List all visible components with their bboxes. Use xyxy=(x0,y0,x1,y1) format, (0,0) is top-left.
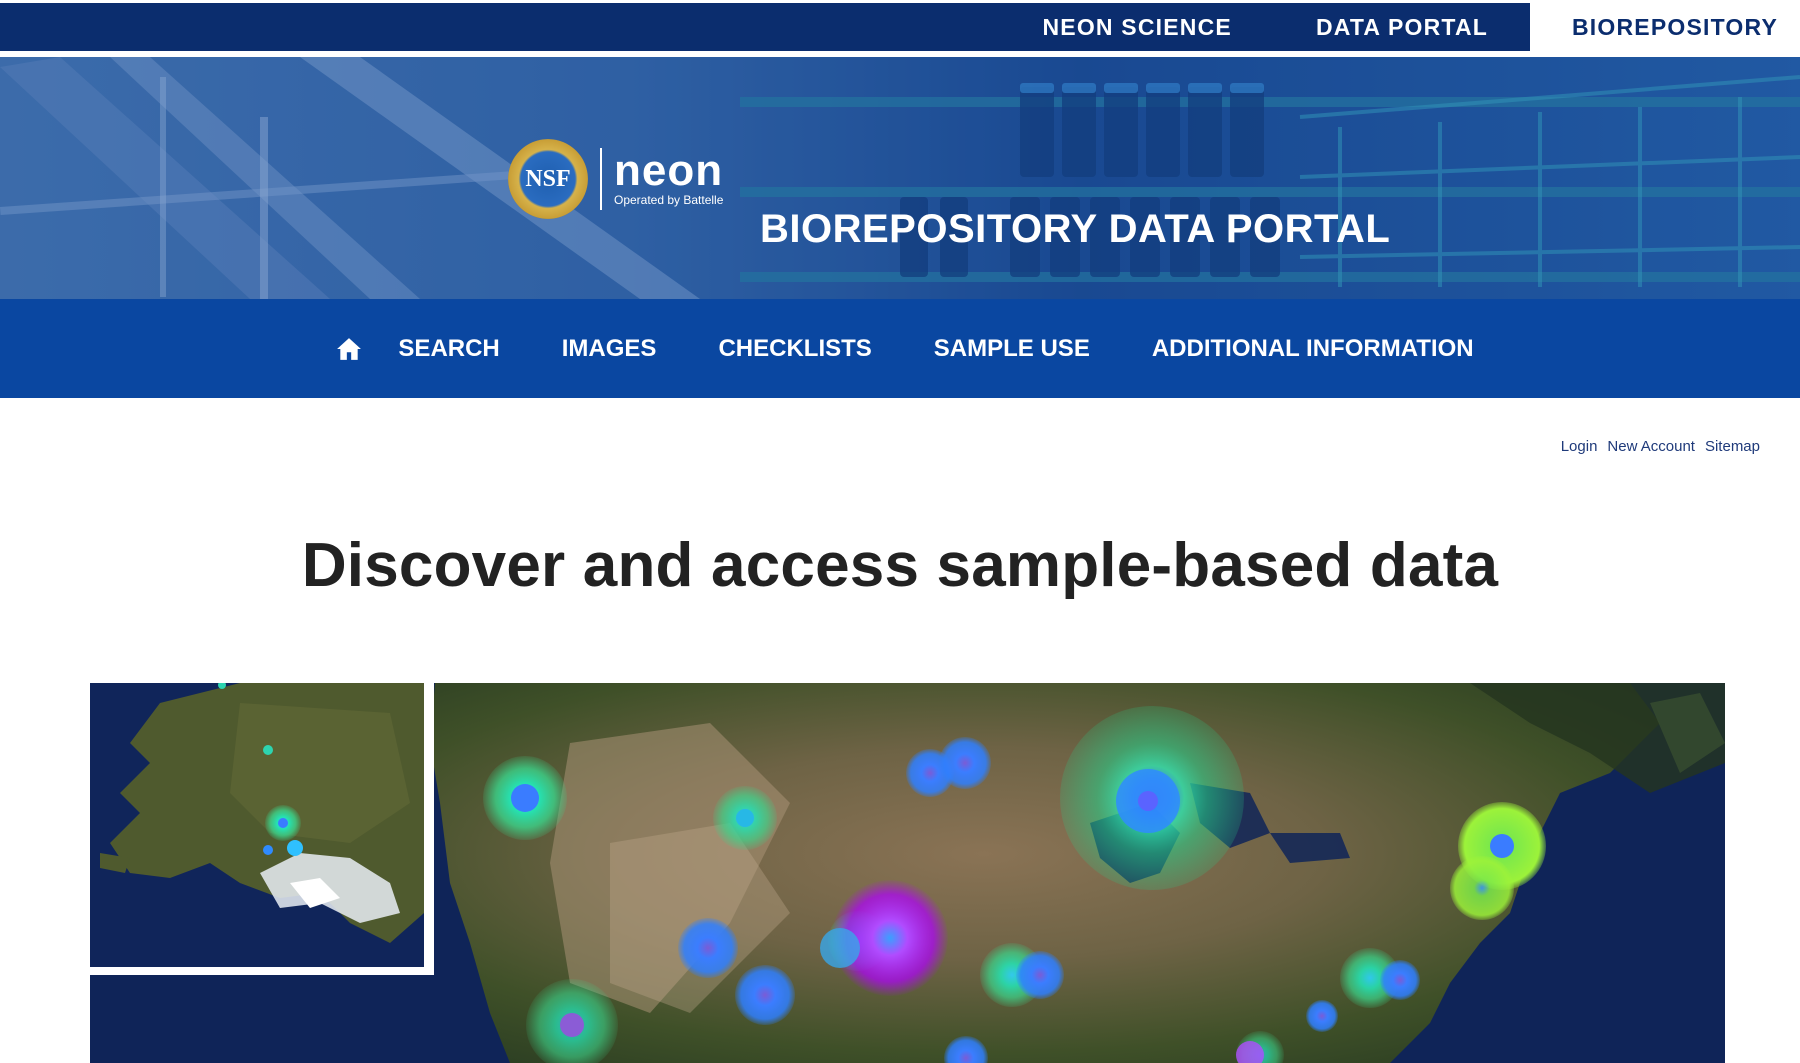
topbar-link-data-portal[interactable]: DATA PORTAL xyxy=(1274,3,1530,51)
page-headline: Discover and access sample-based data xyxy=(301,531,1499,600)
home-icon[interactable] xyxy=(336,336,362,362)
neon-logo-subtitle: Operated by Battelle xyxy=(614,193,724,207)
main-navigation: SEARCH IMAGES CHECKLISTS SAMPLE USE ADDI… xyxy=(0,299,1800,398)
new-account-link[interactable]: New Account xyxy=(1607,438,1695,455)
neon-logo-word: neon xyxy=(614,146,724,195)
top-site-nav: NEON SCIENCE DATA PORTAL BIOREPOSITORY xyxy=(1000,3,1800,51)
alaska-inset-map[interactable] xyxy=(90,683,434,975)
sitemap-link[interactable]: Sitemap xyxy=(1705,438,1760,455)
logo-divider xyxy=(600,148,602,210)
sample-sites-map[interactable] xyxy=(90,683,1725,1063)
nav-item-search[interactable]: SEARCH xyxy=(398,335,499,363)
corner-fade xyxy=(1710,1003,1800,1063)
nav-item-sample-use[interactable]: SAMPLE USE xyxy=(934,335,1090,363)
banner-logo[interactable]: NSF neon Operated by Battelle xyxy=(508,139,723,219)
login-link[interactable]: Login xyxy=(1561,438,1598,455)
nsf-seal-logo: NSF xyxy=(508,139,588,219)
topbar-link-neon-science[interactable]: NEON SCIENCE xyxy=(1000,3,1273,51)
top-utility-bar: NEON SCIENCE DATA PORTAL BIOREPOSITORY xyxy=(0,3,1800,51)
nav-item-images[interactable]: IMAGES xyxy=(562,335,657,363)
alaska-satellite-image xyxy=(90,683,424,967)
account-links: Login New Account Sitemap xyxy=(1561,438,1760,455)
banner-lab-shelves-image xyxy=(0,57,1800,299)
portal-title: BIOREPOSITORY DATA PORTAL xyxy=(760,207,1391,251)
nav-item-additional-information[interactable]: ADDITIONAL INFORMATION xyxy=(1152,335,1474,363)
topbar-link-biorepository[interactable]: BIOREPOSITORY xyxy=(1530,3,1800,51)
neon-logo: neon Operated by Battelle xyxy=(614,146,724,208)
nav-item-checklists[interactable]: CHECKLISTS xyxy=(718,335,871,363)
hero-banner: NSF neon Operated by Battelle BIOREPOSIT… xyxy=(0,57,1800,299)
nsf-seal-text: NSF xyxy=(525,165,571,192)
